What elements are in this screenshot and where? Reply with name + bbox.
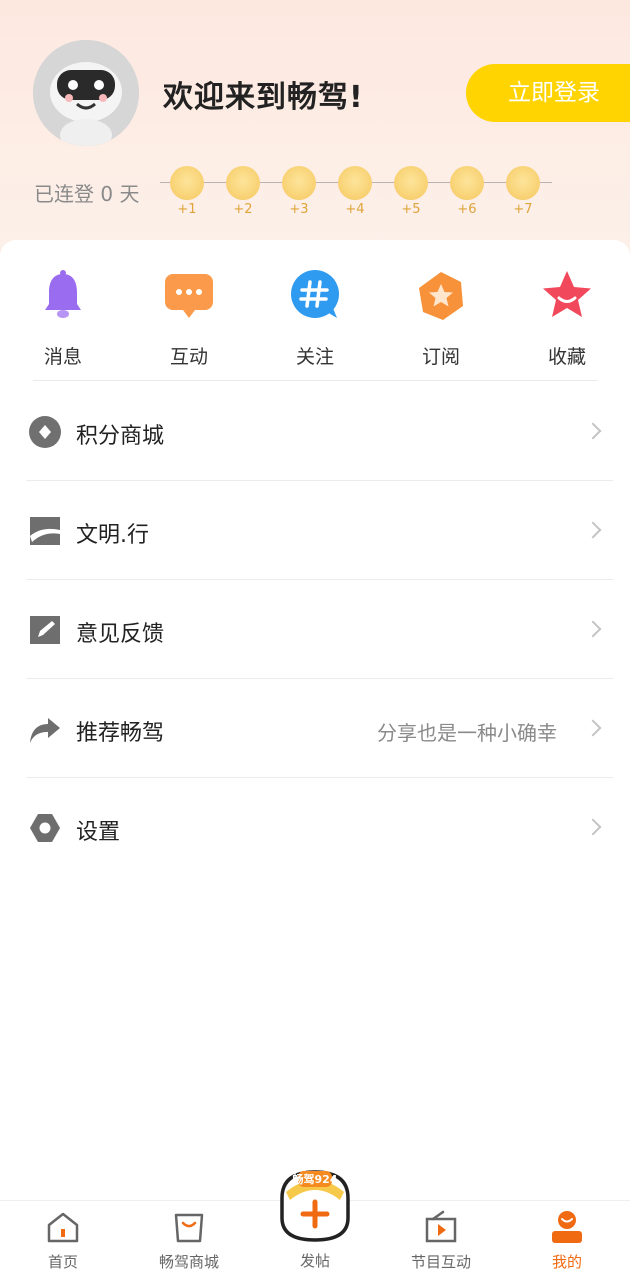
tab-shop[interactable]: 畅驾商城 <box>139 1209 239 1272</box>
main-card: 消息 互动 关注 订阅 收藏 积分商城 文明.行 意见反馈 推荐畅驾 分享也是一… <box>0 240 630 1200</box>
share-icon <box>30 718 60 743</box>
quick-action-label: 互动 <box>169 346 208 368</box>
profile-header: 欢迎来到畅驾! 立即登录 已连登 0 天 +1 +2 +3 +4 +5 +6 +… <box>0 0 630 270</box>
quick-action-label: 订阅 <box>421 346 460 368</box>
quick-actions: 消息 互动 关注 订阅 收藏 <box>0 240 630 380</box>
avatar[interactable] <box>33 40 139 146</box>
hashtag-icon <box>291 270 339 318</box>
tab-label: 畅驾商城 <box>158 1253 219 1271</box>
checkin-bonus: +6 <box>457 202 477 217</box>
menu-item-civilized-driving[interactable]: 文明.行 <box>26 481 613 580</box>
checkin-streak-label: 已连登 0 天 <box>34 182 140 206</box>
menu-item-label: 文明.行 <box>76 523 149 548</box>
coin-icon <box>170 166 204 200</box>
chat-bubble-icon <box>165 274 213 318</box>
coin-icon <box>506 166 540 200</box>
radio-play-icon <box>425 1210 457 1243</box>
post-button[interactable]: 畅驾924 发帖 <box>268 1166 362 1276</box>
checkin-bonus: +4 <box>345 202 365 217</box>
coin-icon <box>338 166 372 200</box>
road-icon <box>30 517 60 545</box>
login-button[interactable]: 立即登录 <box>466 64 630 122</box>
chevron-right-icon <box>584 719 602 737</box>
tab-label: 发帖 <box>299 1252 330 1270</box>
post-plus-icon: 畅驾924 <box>280 1170 350 1242</box>
edit-icon <box>30 616 60 644</box>
tab-home[interactable]: 首页 <box>13 1209 113 1272</box>
chevron-right-icon <box>584 422 602 440</box>
menu-item-feedback[interactable]: 意见反馈 <box>26 580 613 679</box>
menu-list: 积分商城 文明.行 意见反馈 推荐畅驾 分享也是一种小确幸 设置 <box>26 382 613 877</box>
checkin-bonus: +3 <box>289 202 309 217</box>
chevron-right-icon <box>584 521 602 539</box>
quick-action-label: 消息 <box>43 346 82 368</box>
chevron-right-icon <box>584 620 602 638</box>
shop-bag-icon <box>174 1213 204 1243</box>
checkin-bonus: +2 <box>233 202 253 217</box>
quick-action-follow[interactable]: 关注 <box>270 268 360 369</box>
quick-action-subscribe[interactable]: 订阅 <box>396 268 486 369</box>
menu-item-recommend[interactable]: 推荐畅驾 分享也是一种小确幸 <box>26 679 613 778</box>
tab-label: 节目互动 <box>410 1253 471 1271</box>
profile-icon <box>552 1211 582 1243</box>
menu-item-settings[interactable]: 设置 <box>26 778 613 877</box>
menu-item-points-mall[interactable]: 积分商城 <box>26 382 613 481</box>
tab-mine[interactable]: 我的 <box>517 1209 617 1272</box>
settings-icon <box>30 814 60 842</box>
menu-item-label: 设置 <box>76 820 121 845</box>
menu-item-label: 推荐畅驾 <box>76 721 165 746</box>
coin-icon <box>450 166 484 200</box>
checkin-bonus: +1 <box>177 202 197 217</box>
coin-icon <box>226 166 260 200</box>
menu-item-label: 积分商城 <box>76 424 165 449</box>
bell-icon <box>45 270 81 318</box>
points-icon <box>29 416 61 448</box>
quick-action-interaction[interactable]: 互动 <box>144 268 234 369</box>
quick-action-messages[interactable]: 消息 <box>18 268 108 369</box>
coin-icon <box>282 166 316 200</box>
favorite-star-icon <box>543 271 591 317</box>
checkin-bonus: +5 <box>401 202 421 217</box>
post-badge-text: 畅驾924 <box>293 1172 338 1186</box>
checkin-bonus: +7 <box>513 202 533 217</box>
quick-action-label: 收藏 <box>547 346 586 368</box>
tab-program-interaction[interactable]: 节目互动 <box>391 1209 491 1272</box>
subscribe-star-icon <box>419 272 463 320</box>
home-icon <box>47 1212 79 1243</box>
chevron-right-icon <box>584 818 602 836</box>
tab-label: 首页 <box>47 1253 78 1271</box>
divider <box>33 380 598 381</box>
checkin-progress: +1 +2 +3 +4 +5 +6 +7 <box>160 162 560 222</box>
coin-icon <box>394 166 428 200</box>
tab-label: 我的 <box>551 1253 582 1271</box>
menu-item-label: 意见反馈 <box>76 622 165 647</box>
quick-action-favorites[interactable]: 收藏 <box>522 268 612 369</box>
quick-action-label: 关注 <box>295 346 334 368</box>
welcome-text: 欢迎来到畅驾! <box>163 80 364 115</box>
menu-item-subtitle: 分享也是一种小确幸 <box>377 721 557 745</box>
